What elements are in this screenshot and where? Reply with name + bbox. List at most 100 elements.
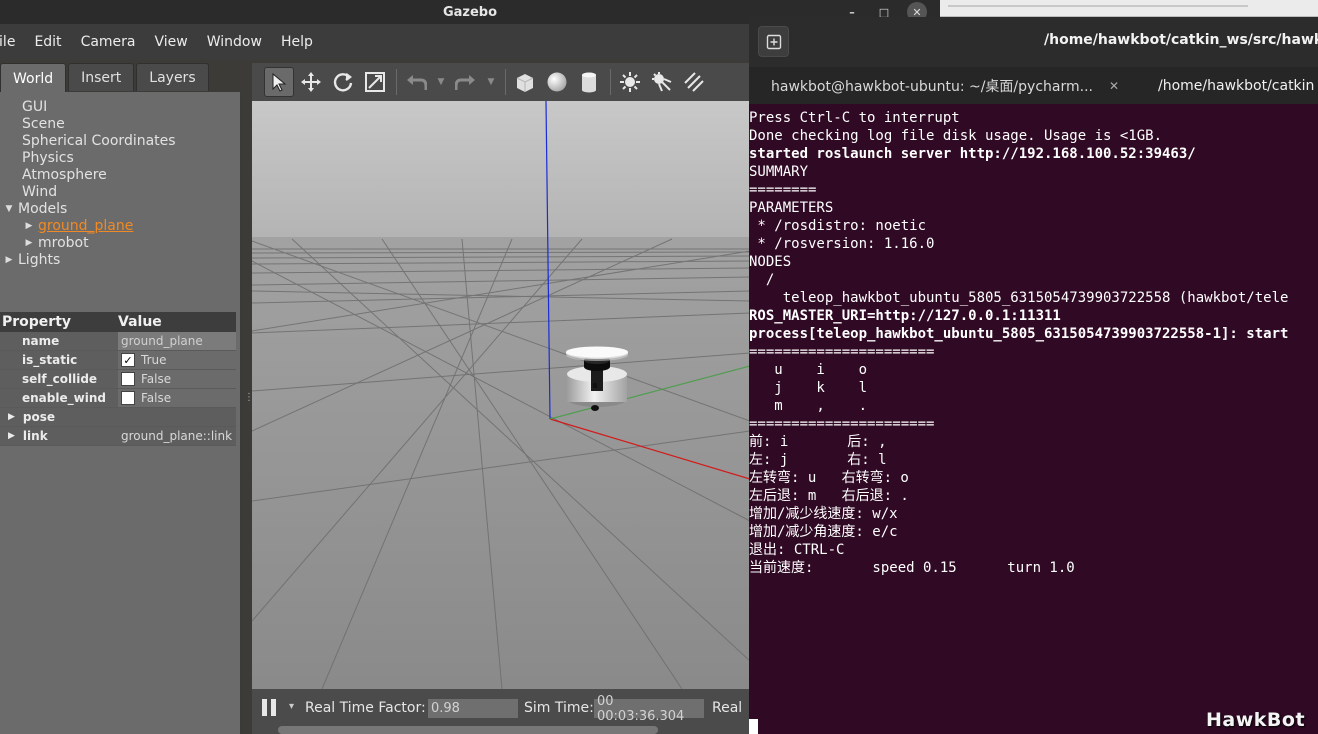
terminal-window-title: /home/hawkbot/catkin_ws/src/hawkbot bbox=[1044, 32, 1318, 48]
rotate-icon[interactable] bbox=[328, 67, 358, 97]
terminal-line: PARAMETERS bbox=[749, 200, 834, 216]
terminal-tab-bar: hawkbot@hawkbot-ubuntu: ~/桌面/pycharm... … bbox=[749, 67, 1318, 104]
terminal-line: ======== bbox=[749, 182, 817, 198]
terminal-line: teleop_hawkbot_ubuntu_5805_6315054739903… bbox=[749, 290, 1289, 306]
terminal-tab-label: /home/hawkbot/catkin bbox=[1158, 77, 1315, 94]
cylinder-icon[interactable] bbox=[574, 67, 604, 97]
enable-wind-checkbox[interactable] bbox=[121, 391, 135, 405]
tree-item-lights[interactable]: ▶ Lights bbox=[0, 251, 240, 268]
terminal-window: /home/hawkbot/catkin_ws/src/hawkbot hawk… bbox=[749, 17, 1318, 734]
left-panel-tabs: World Insert Layers bbox=[0, 63, 211, 93]
terminal-tab-1[interactable]: hawkbot@hawkbot-ubuntu: ~/桌面/pycharm... … bbox=[771, 67, 1119, 104]
background-window-strip bbox=[938, 0, 1318, 17]
redo-dropdown-icon[interactable]: ▼ bbox=[483, 67, 499, 97]
terminal-line: NODES bbox=[749, 254, 792, 270]
point-light-icon[interactable] bbox=[615, 67, 645, 97]
box-icon[interactable] bbox=[510, 67, 540, 97]
self-collide-checkbox[interactable] bbox=[121, 372, 135, 386]
undo-dropdown-icon[interactable]: ▼ bbox=[433, 67, 449, 97]
expand-right-icon[interactable]: ▶ bbox=[24, 221, 34, 231]
gazebo-window-title: Gazebo bbox=[442, 4, 498, 20]
menu-edit[interactable]: Edit bbox=[34, 34, 61, 50]
step-icon[interactable]: ▾ bbox=[289, 701, 294, 712]
is-static-checkbox[interactable]: ✓ bbox=[121, 353, 135, 367]
property-table: Property Value name ground_plane is_stat… bbox=[0, 312, 236, 446]
terminal-cursor bbox=[749, 719, 758, 734]
property-row-enable-wind: enable_wind False bbox=[0, 389, 236, 408]
spot-light-icon[interactable] bbox=[647, 67, 677, 97]
menu-camera[interactable]: Camera bbox=[81, 34, 136, 50]
tree-item-physics[interactable]: Physics bbox=[0, 149, 240, 166]
terminal-line: 增加/减少角速度: e/c bbox=[749, 524, 898, 540]
property-row-pose[interactable]: ▶ pose bbox=[0, 408, 236, 427]
tab-insert[interactable]: Insert bbox=[68, 63, 135, 91]
tab-layers[interactable]: Layers bbox=[136, 63, 209, 91]
terminal-line: process[teleop_hawkbot_ubuntu_5805_63150… bbox=[749, 326, 1289, 342]
tree-item-atmosphere[interactable]: Atmosphere bbox=[0, 166, 240, 183]
tree-item-ground-plane[interactable]: ▶ ground_plane bbox=[0, 217, 240, 234]
world-panel: GUI Scene Spherical Coordinates Physics … bbox=[0, 92, 242, 734]
property-row-self-collide: self_collide False bbox=[0, 370, 236, 389]
terminal-output[interactable]: Press Ctrl-C to interrupt Done checking l… bbox=[749, 109, 1318, 734]
tree-item-scene[interactable]: Scene bbox=[0, 115, 240, 132]
terminal-line: 增加/减少线速度: w/x bbox=[749, 506, 898, 522]
tab-world[interactable]: World bbox=[0, 63, 67, 93]
expand-right-icon[interactable]: ▶ bbox=[4, 255, 14, 265]
terminal-line: ====================== bbox=[749, 344, 935, 360]
expand-right-icon[interactable]: ▶ bbox=[8, 431, 15, 441]
expand-down-icon[interactable]: ▼ bbox=[4, 204, 14, 214]
terminal-line: * /rosdistro: noetic bbox=[749, 218, 927, 234]
sphere-icon[interactable] bbox=[542, 67, 572, 97]
scene-render bbox=[252, 101, 750, 689]
tree-item-wind[interactable]: Wind bbox=[0, 183, 240, 200]
world-tree: GUI Scene Spherical Coordinates Physics … bbox=[0, 98, 240, 268]
undo-icon[interactable] bbox=[401, 67, 431, 97]
terminal-line: Done checking log file disk usage. Usage… bbox=[749, 128, 1163, 144]
menu-view[interactable]: View bbox=[155, 34, 188, 50]
terminal-tab-2[interactable]: /home/hawkbot/catkin bbox=[1158, 67, 1314, 104]
tree-item-mrobot[interactable]: ▶ mrobot bbox=[0, 234, 240, 251]
terminal-line: 前: i 后: , bbox=[749, 434, 887, 450]
terminal-line: 左转弯: u 右转弯: o bbox=[749, 470, 909, 486]
terminal-line: * /rosversion: 1.16.0 bbox=[749, 236, 935, 252]
translate-icon[interactable] bbox=[296, 67, 326, 97]
new-tab-icon[interactable] bbox=[758, 26, 789, 57]
terminal-line: ====================== bbox=[749, 416, 935, 432]
menu-window[interactable]: Window bbox=[207, 34, 262, 50]
select-arrow-icon[interactable] bbox=[264, 67, 294, 97]
hawkbot-watermark: HawkBot bbox=[1206, 709, 1306, 731]
expand-right-icon[interactable]: ▶ bbox=[8, 412, 15, 422]
desktop: Gazebo – □ ✕ File Edit Camera View Windo… bbox=[0, 0, 1318, 734]
value-column-header: Value bbox=[118, 314, 162, 330]
mrobot-model bbox=[566, 346, 628, 411]
horizontal-scrollbar[interactable] bbox=[278, 726, 658, 734]
tree-item-spherical-coordinates[interactable]: Spherical Coordinates bbox=[0, 132, 240, 149]
property-row-is-static: is_static ✓ True bbox=[0, 351, 236, 370]
terminal-tab-label: hawkbot@hawkbot-ubuntu: ~/桌面/pycharm... bbox=[771, 78, 1093, 95]
pause-icon[interactable] bbox=[262, 699, 278, 717]
property-row-name: name ground_plane bbox=[0, 332, 236, 351]
terminal-line: 退出: CTRL-C bbox=[749, 542, 845, 558]
scale-icon[interactable] bbox=[360, 67, 390, 97]
tree-item-gui[interactable]: GUI bbox=[0, 98, 240, 115]
terminal-line: j k l bbox=[749, 380, 868, 396]
real-time-label: Real bbox=[712, 700, 743, 716]
menu-help[interactable]: Help bbox=[281, 34, 313, 50]
gazebo-toolbar: ▼ ▼ bbox=[252, 63, 750, 101]
3d-viewport[interactable] bbox=[252, 101, 750, 689]
sim-time-label: Sim Time: bbox=[524, 700, 594, 716]
directional-light-icon[interactable] bbox=[679, 67, 709, 97]
terminal-line: ROS_MASTER_URI=http://127.0.0.1:11311 bbox=[749, 308, 1061, 324]
property-table-header: Property Value bbox=[0, 312, 236, 332]
close-tab-icon[interactable]: ✕ bbox=[1109, 79, 1119, 93]
real-time-factor-value: 0.98 bbox=[428, 699, 518, 718]
property-row-link[interactable]: ▶ link ground_plane::link bbox=[0, 427, 236, 446]
terminal-line: m , . bbox=[749, 398, 868, 414]
property-column-header: Property bbox=[2, 314, 72, 330]
gazebo-menu-bar: File Edit Camera View Window Help bbox=[0, 24, 750, 60]
name-value-field[interactable]: ground_plane bbox=[118, 332, 236, 350]
expand-right-icon[interactable]: ▶ bbox=[24, 238, 34, 248]
menu-file[interactable]: File bbox=[0, 34, 15, 50]
redo-icon[interactable] bbox=[451, 67, 481, 97]
tree-item-models[interactable]: ▼ Models bbox=[0, 200, 240, 217]
